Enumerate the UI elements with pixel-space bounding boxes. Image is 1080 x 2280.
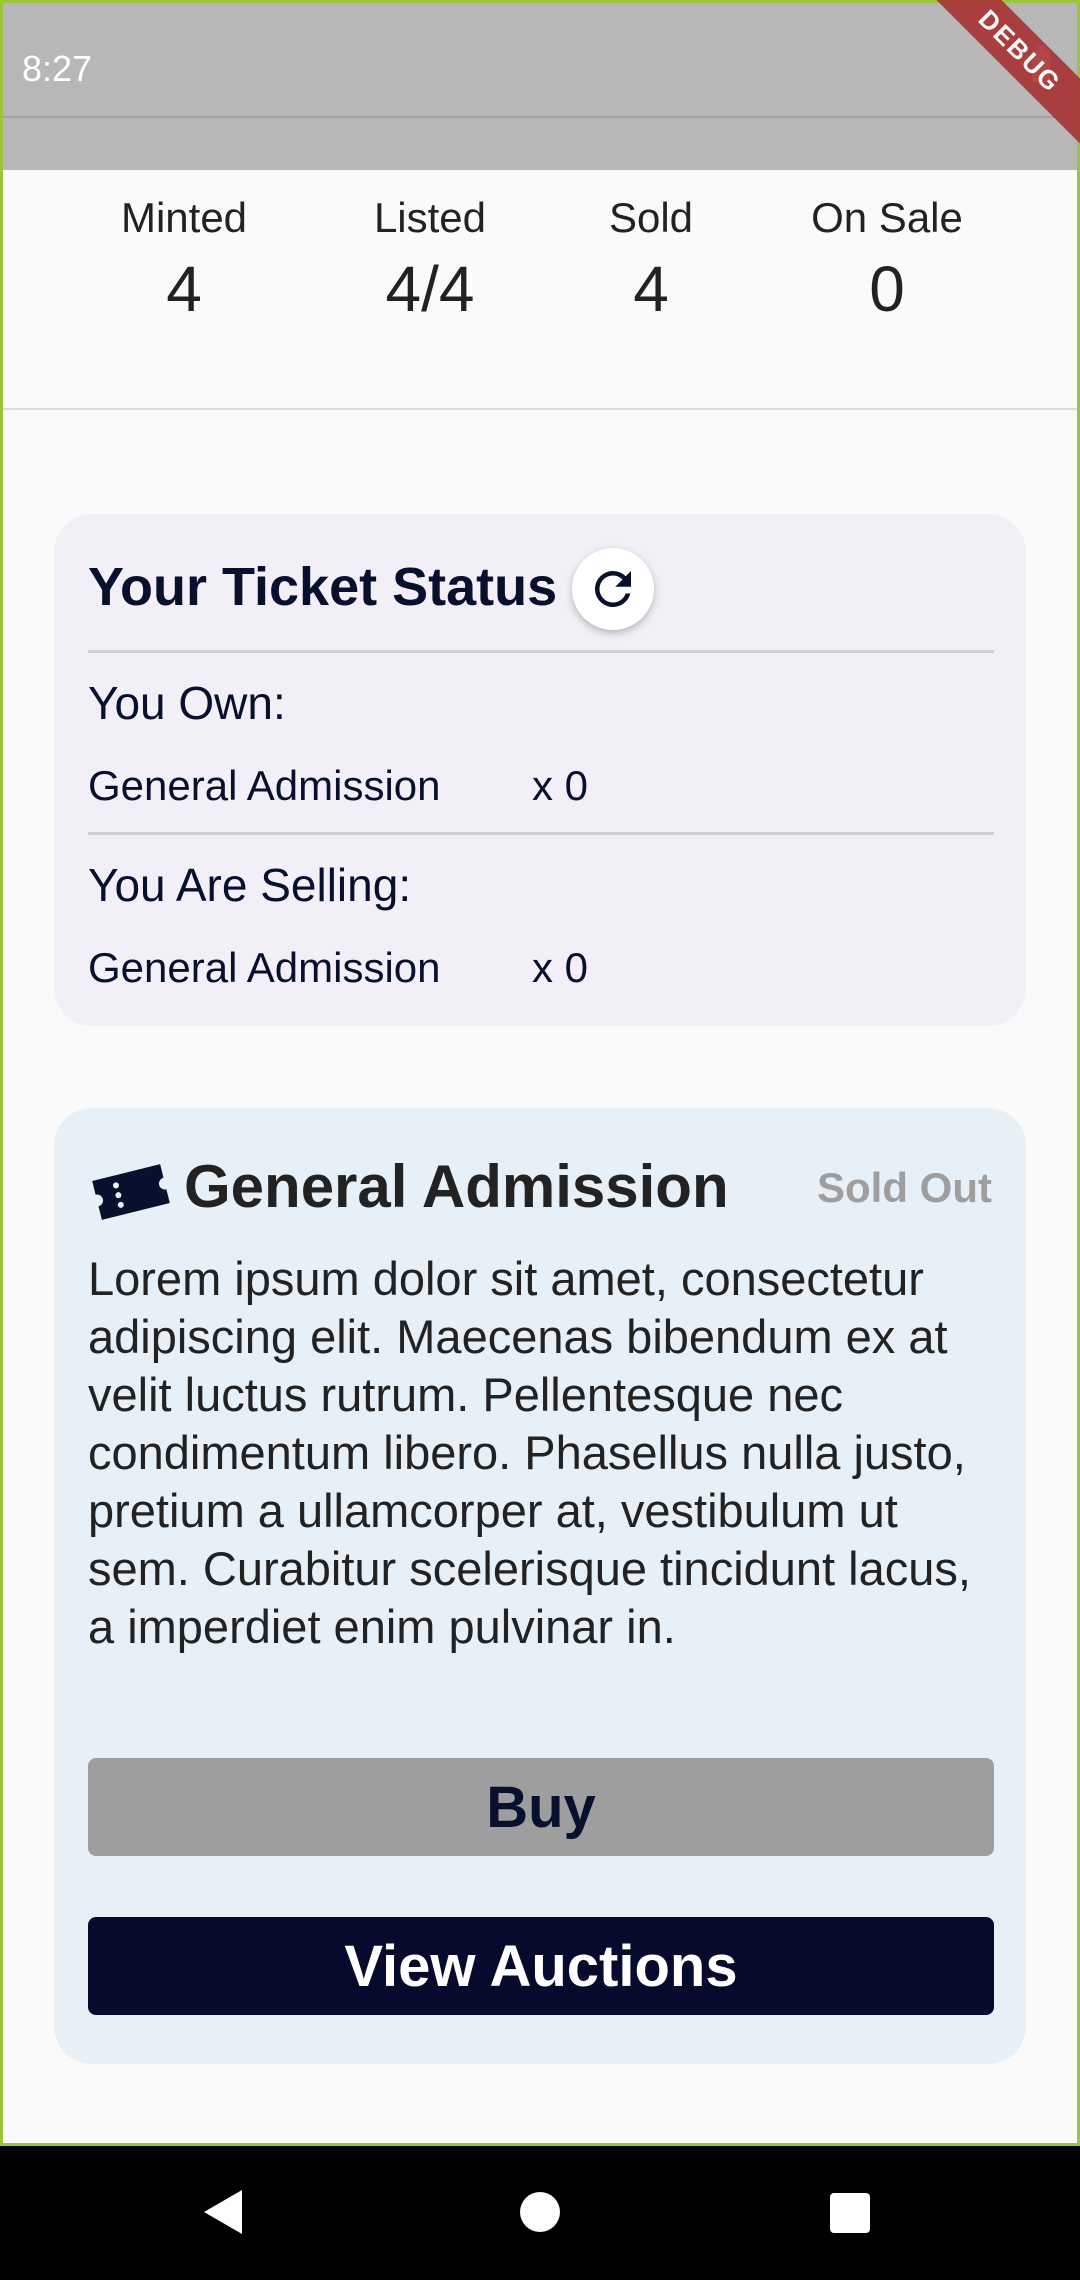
ticket-status-card: Your Ticket Status You Own: General Admi… — [54, 514, 1026, 1026]
home-icon[interactable] — [520, 2192, 560, 2232]
ticket-icon — [92, 1164, 170, 1220]
ticket-title: General Admission — [184, 1153, 729, 1220]
stat-label: Listed — [373, 194, 487, 241]
stat-value: 4 — [166, 253, 202, 325]
owned-ticket-type: General Admission — [88, 762, 441, 809]
refresh-icon — [594, 570, 631, 607]
you-are-selling-heading: You Are Selling: — [88, 859, 412, 911]
back-icon[interactable] — [204, 2190, 242, 2234]
stat-label: Sold — [608, 194, 694, 241]
selling-ticket-type: General Admission — [88, 944, 441, 991]
recent-apps-icon[interactable] — [830, 2193, 870, 2233]
system-nav-bar — [0, 2146, 1080, 2280]
divider — [88, 832, 994, 835]
ticket-card: General Admission Sold Out Lorem ipsum d… — [54, 1108, 1026, 2064]
view-auctions-button[interactable]: View Auctions — [88, 1917, 994, 2015]
status-bar: 8:27 — [0, 0, 1080, 170]
stat-value: 4 — [633, 253, 669, 325]
ticket-description: Lorem ipsum dolor sit amet, consectetur … — [88, 1252, 971, 1653]
stat-on-sale: On Sale 0 — [777, 194, 997, 326]
status-time: 8:27 — [22, 48, 93, 89]
you-own-heading: You Own: — [88, 677, 286, 729]
buy-button[interactable]: Buy — [88, 1758, 994, 1856]
ticket-stats: Minted 4 Listed 4/4 Sold 4 On Sale 0 — [0, 170, 1080, 410]
stat-label: Minted — [120, 194, 248, 241]
stat-listed: Listed 4/4 — [320, 194, 540, 326]
refresh-button[interactable] — [572, 548, 654, 630]
stat-value: 0 — [869, 253, 905, 325]
selling-ticket-count: x 0 — [532, 944, 589, 991]
stat-value: 4/4 — [385, 253, 475, 325]
stat-minted: Minted 4 — [74, 194, 294, 326]
ticket-status-title: Your Ticket Status — [88, 557, 558, 617]
sold-out-badge: Sold Out — [817, 1164, 992, 1211]
owned-ticket-count: x 0 — [532, 762, 589, 809]
divider — [88, 650, 994, 653]
status-bar-divider — [0, 116, 1080, 118]
stat-label: On Sale — [811, 194, 963, 241]
stat-sold: Sold 4 — [541, 194, 761, 326]
